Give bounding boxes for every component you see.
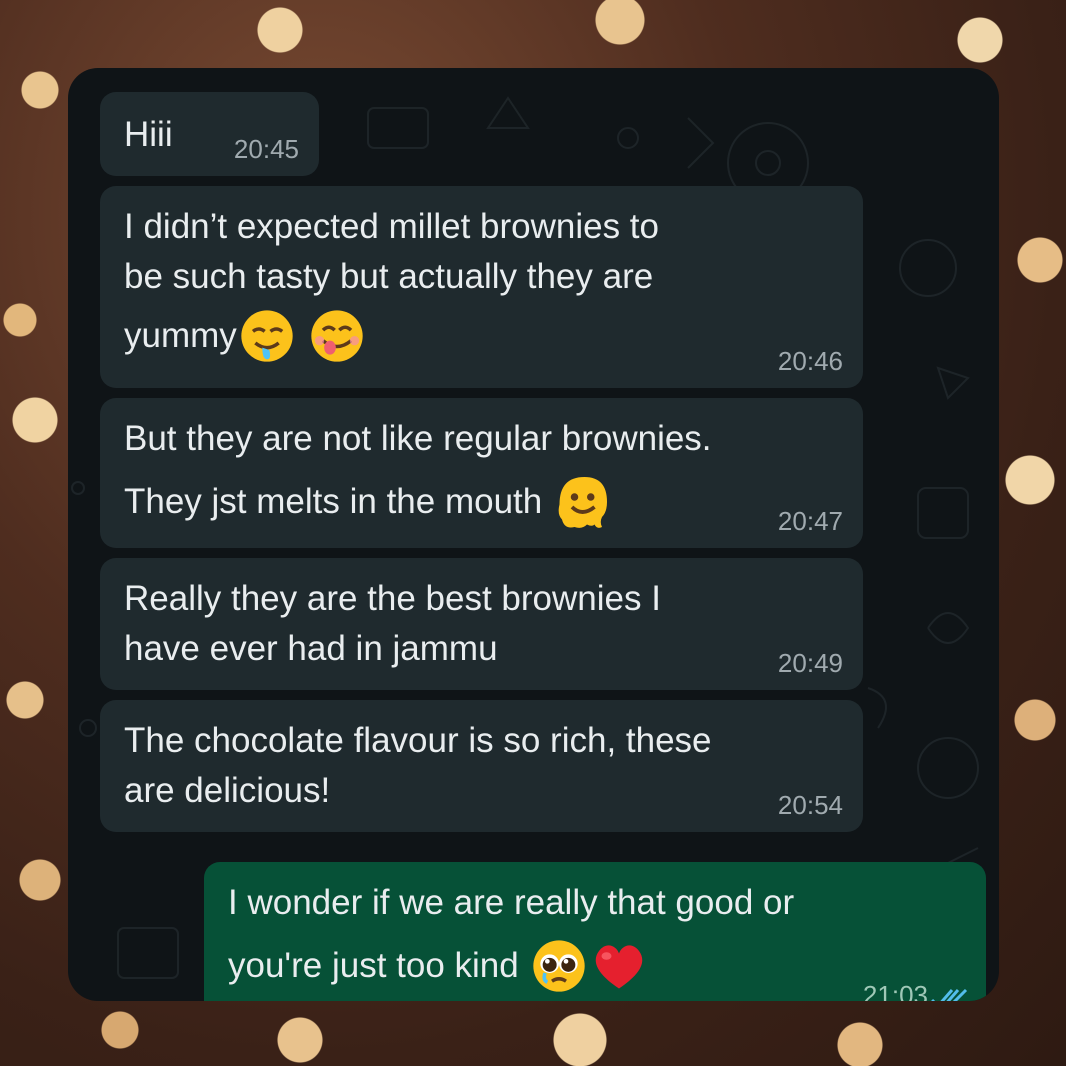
face-savoring-food-emoji <box>311 310 363 362</box>
incoming-message-bubble[interactable]: Really they are the best brownies I have… <box>100 558 863 690</box>
chat-panel: Hiii 20:45 I didn’t expected millet brow… <box>68 68 999 1001</box>
message-text-line: But they are not like regular brownies. <box>124 419 712 458</box>
incoming-message-bubble[interactable]: But they are not like regular brownies. … <box>100 398 863 548</box>
incoming-message-bubble[interactable]: The chocolate flavour is so rich, these … <box>100 700 863 832</box>
message-timestamp: 20:54 <box>777 790 843 820</box>
message-timestamp: 20:45 <box>233 134 299 164</box>
message-text-line: They jst melts in the mouth <box>124 482 543 521</box>
message-text-line: The chocolate flavour is so rich, these <box>124 721 712 760</box>
message-timestamp: 21:03 <box>862 980 928 1001</box>
incoming-message-bubble[interactable]: I didn’t expected millet brownies to be … <box>100 186 863 388</box>
melting-face-emoji <box>558 477 608 528</box>
message-text-line: I wonder if we are really that good or <box>228 883 795 922</box>
message-text-line: you're just too kind <box>228 946 519 985</box>
message-text-line: have ever had in jammu <box>124 629 498 668</box>
message-text: Hiii <box>124 115 173 154</box>
message-text-line: yummy <box>124 316 237 355</box>
message-text-line: I didn’t expected millet brownies to <box>124 207 659 246</box>
message-timestamp: 20:49 <box>777 648 843 678</box>
message-text-line: be such tasty but actually they are <box>124 257 654 296</box>
incoming-message-bubble[interactable]: Hiii 20:45 <box>100 92 319 176</box>
outgoing-message-bubble[interactable]: I wonder if we are really that good or y… <box>204 862 986 1001</box>
message-text-line: are delicious! <box>124 771 331 810</box>
message-text-line: Really they are the best brownies I <box>124 579 661 618</box>
message-timestamp: 20:46 <box>777 346 843 376</box>
message-timestamp: 20:47 <box>777 506 843 536</box>
pleading-face-emoji <box>533 940 585 992</box>
read-ticks-icon <box>931 988 968 1001</box>
red-heart-emoji <box>595 945 642 989</box>
drooling-face-emoji <box>241 310 293 362</box>
